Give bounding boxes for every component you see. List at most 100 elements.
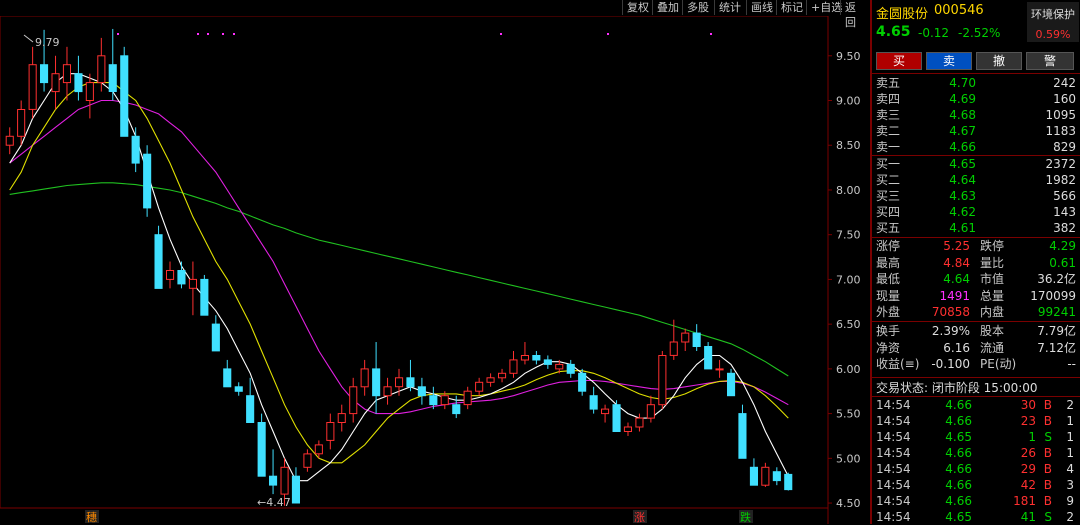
toolbar-button-2[interactable]: 多股 (682, 0, 713, 15)
candle-body[interactable] (188, 278, 197, 289)
toolbar-button-7[interactable]: 返回 (840, 0, 868, 29)
sell-button[interactable]: 卖 (926, 52, 972, 70)
sector-box[interactable]: 环境保护 0.59% (1027, 2, 1079, 42)
toolbar-button-1[interactable]: 叠加 (652, 0, 683, 15)
cancel-order-button[interactable]: 撤 (976, 52, 1022, 70)
candle-body[interactable] (406, 377, 415, 388)
candle-body[interactable] (772, 471, 781, 482)
candle-body[interactable] (463, 390, 472, 406)
candle-body[interactable] (154, 234, 163, 289)
candle-body[interactable] (200, 278, 209, 316)
book-price: 4.63 (949, 189, 976, 203)
candle-body[interactable] (5, 135, 14, 146)
candle-body[interactable] (234, 386, 243, 392)
candle-body[interactable] (692, 332, 701, 348)
candle-body[interactable] (28, 64, 37, 110)
candle-body[interactable] (658, 355, 667, 406)
candle-body[interactable] (704, 346, 713, 370)
candle-body[interactable] (97, 55, 106, 84)
candle-body[interactable] (372, 368, 381, 397)
candle-body[interactable] (784, 473, 793, 491)
candle-body[interactable] (738, 413, 747, 459)
candle-body[interactable] (475, 381, 484, 392)
candle-body[interactable] (166, 270, 175, 280)
candle-body[interactable] (669, 341, 678, 356)
candle-body[interactable] (498, 372, 507, 379)
candle-body[interactable] (395, 377, 404, 388)
candlestick-chart[interactable]: 9.50 9.00 8.50 8.00 7.50 7.00 6.50 6.00 5.50 5.00… (0, 16, 868, 524)
tick-price: 4.65 (945, 510, 972, 524)
candle-body[interactable] (85, 82, 94, 101)
candle-body[interactable] (143, 153, 152, 209)
bottom-marker[interactable]: 穗 (86, 511, 97, 524)
candle-body[interactable] (646, 404, 655, 419)
candle-body[interactable] (727, 372, 736, 397)
bottom-marker[interactable]: 涨 (634, 511, 645, 524)
tick-price: 4.66 (945, 494, 972, 508)
event-marker (207, 33, 209, 35)
candle-body[interactable] (532, 355, 541, 361)
candle-body[interactable] (246, 395, 255, 424)
toolbar-button-5[interactable]: 标记 (776, 0, 807, 15)
candle-body[interactable] (761, 466, 770, 486)
candle-body[interactable] (40, 64, 49, 84)
candle-body[interactable] (51, 73, 60, 93)
candle-body[interactable] (17, 109, 26, 137)
tick-time: 14:54 (876, 446, 911, 460)
candle-body[interactable] (269, 475, 278, 486)
candle-body[interactable] (520, 355, 530, 361)
candle-body[interactable] (303, 453, 312, 468)
stat-label: 市值 (980, 272, 1005, 286)
candle-body[interactable] (486, 377, 495, 383)
candle-body[interactable] (211, 323, 220, 352)
candle-body[interactable] (440, 395, 449, 406)
candle-body[interactable] (612, 404, 621, 433)
candle-body[interactable] (681, 332, 690, 343)
candle-body[interactable] (74, 73, 83, 93)
stat-value: 2.39% (931, 324, 970, 338)
candle-body[interactable] (749, 466, 759, 486)
candle-body[interactable] (326, 422, 335, 441)
candle-body[interactable] (349, 386, 358, 415)
candle-body[interactable] (131, 135, 140, 164)
candle-body[interactable] (280, 466, 289, 495)
toolbar-button-4[interactable]: 画线 (746, 0, 777, 15)
candle-body[interactable] (429, 395, 438, 406)
event-marker (500, 33, 502, 35)
event-marker (197, 33, 199, 35)
candle-body[interactable] (120, 55, 129, 137)
candle-body[interactable] (555, 363, 564, 370)
candle-body[interactable] (452, 404, 461, 415)
candle-body[interactable] (291, 475, 300, 504)
alert-button[interactable]: 警 (1026, 52, 1074, 70)
candle-body[interactable] (635, 417, 644, 428)
stat-value: 4.84 (943, 255, 970, 270)
stat-value: 1491 (939, 288, 970, 303)
candle-body[interactable] (715, 368, 724, 371)
candle-body[interactable] (337, 413, 346, 424)
candle-body[interactable] (360, 368, 369, 388)
tick-volume: 42 (1020, 478, 1036, 492)
candle-body[interactable] (543, 359, 552, 365)
candle-body[interactable] (589, 395, 598, 410)
toolbar-button-0[interactable]: 复权 (622, 0, 653, 15)
candle-body[interactable] (566, 363, 575, 374)
candle-body[interactable] (223, 368, 232, 388)
bottom-marker[interactable]: 跌 (740, 510, 751, 524)
candle-body[interactable] (601, 408, 610, 415)
candle-body[interactable] (509, 359, 518, 374)
candle-body[interactable] (578, 372, 587, 392)
candle-body[interactable] (417, 386, 426, 397)
candle-body[interactable] (257, 422, 266, 477)
price-change-pct: -2.52% (958, 26, 1001, 40)
candle-body[interactable] (177, 270, 186, 285)
candle-body[interactable] (108, 64, 117, 92)
sector-name: 环境保护 (1031, 8, 1075, 21)
stat-row: 涨停 5.25 跌停 4.29 (876, 238, 1076, 254)
candle-body[interactable] (383, 386, 392, 397)
candle-body[interactable] (314, 444, 323, 455)
buy-button[interactable]: 买 (876, 52, 922, 70)
toolbar-button-3[interactable]: 统计 (714, 0, 745, 15)
candle-body[interactable] (62, 64, 72, 84)
candle-body[interactable] (623, 426, 633, 432)
